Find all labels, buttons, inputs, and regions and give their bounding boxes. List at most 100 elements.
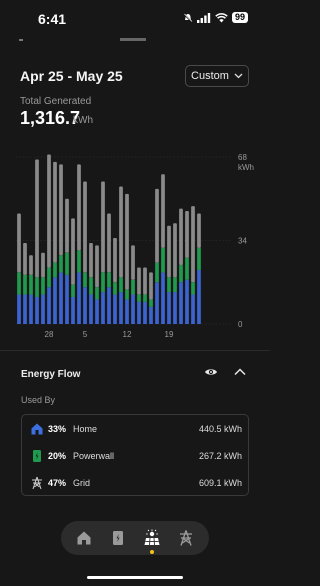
status-icons: 99 bbox=[183, 12, 248, 23]
bar-segment bbox=[149, 306, 153, 324]
bar-segment bbox=[107, 272, 111, 288]
bar-segment bbox=[119, 292, 123, 324]
total-generated-unit: kWh bbox=[73, 115, 93, 126]
powerwall-label: Powerwall bbox=[73, 451, 115, 461]
bar-segment bbox=[149, 272, 153, 300]
bar-segment bbox=[77, 272, 81, 324]
bar-segment bbox=[197, 213, 201, 248]
powerwall-icon bbox=[33, 450, 41, 462]
bar-segment bbox=[35, 277, 39, 297]
energy-bar-chart[interactable]: 0 34 68kWh 28 5 12 19 bbox=[0, 145, 270, 345]
bar-segment bbox=[71, 296, 75, 324]
bar-segment bbox=[77, 250, 81, 273]
bar-segment bbox=[191, 282, 195, 295]
wifi-icon bbox=[215, 12, 228, 22]
grid-tower-icon bbox=[32, 476, 42, 490]
home-percent: 33% bbox=[48, 424, 67, 434]
bar-segment bbox=[65, 198, 69, 253]
total-generated-value: 1,316.7 bbox=[20, 108, 81, 128]
bar-segment bbox=[167, 292, 171, 324]
bar-segment bbox=[35, 296, 39, 324]
bar-segment bbox=[185, 211, 189, 258]
bar-segment bbox=[53, 161, 57, 263]
eye-icon[interactable] bbox=[204, 367, 218, 377]
usage-row-home[interactable]: 33% Home 440.5 kWh bbox=[22, 416, 250, 442]
bar-segment bbox=[131, 245, 135, 280]
bar-segment bbox=[161, 272, 165, 324]
bar-segment bbox=[179, 208, 183, 266]
bar-segment bbox=[167, 277, 171, 293]
bottom-tab-bar bbox=[61, 521, 209, 555]
energy-flow-title: Energy Flow bbox=[21, 369, 81, 380]
tab-home-icon[interactable] bbox=[75, 529, 93, 547]
grid-label: Grid bbox=[73, 478, 91, 488]
bar-segment bbox=[47, 287, 51, 324]
bar-segment bbox=[53, 277, 57, 324]
bar-segment bbox=[119, 277, 123, 293]
bar-segment bbox=[83, 272, 87, 288]
bar-segment bbox=[113, 294, 117, 324]
bar-segment bbox=[113, 238, 117, 283]
status-bar: 6:41 99 bbox=[0, 0, 270, 36]
custom-range-button[interactable]: Custom bbox=[185, 65, 249, 87]
x-tick-label: 19 bbox=[165, 330, 174, 339]
usage-row-powerwall[interactable]: 20% Powerwall 267.2 kWh bbox=[22, 443, 250, 469]
bar-segment bbox=[23, 294, 27, 324]
bar-segment bbox=[41, 277, 45, 295]
bar-segment bbox=[95, 299, 99, 324]
y-unit-label: kWh bbox=[238, 163, 254, 172]
bar-segment bbox=[17, 272, 21, 295]
section-divider bbox=[0, 350, 270, 351]
bar-segment bbox=[65, 252, 69, 275]
chevron-up-icon[interactable] bbox=[234, 368, 246, 376]
active-tab-indicator bbox=[150, 550, 154, 554]
bar-segment bbox=[71, 284, 75, 297]
bar-segment bbox=[137, 294, 141, 302]
bar-segment bbox=[185, 257, 189, 280]
bar-segment bbox=[161, 247, 165, 273]
tab-powerwall-icon[interactable] bbox=[109, 529, 127, 547]
total-generated-label: Total Generated bbox=[20, 96, 92, 107]
bar-segment bbox=[23, 242, 27, 275]
tab-grid-icon[interactable] bbox=[177, 529, 195, 547]
grid-value: 609.1 kWh bbox=[198, 478, 242, 488]
bar-segment bbox=[107, 213, 111, 273]
y-tick-label: 0 bbox=[238, 320, 243, 329]
bar-segment bbox=[71, 218, 75, 285]
bar-segment bbox=[29, 274, 33, 295]
bar-segment bbox=[41, 252, 45, 278]
battery-indicator: 99 bbox=[231, 12, 248, 23]
bar-segment bbox=[137, 267, 141, 295]
bar-segment bbox=[125, 193, 129, 290]
bar-segment bbox=[101, 272, 105, 293]
bar-segment bbox=[191, 206, 195, 283]
bar-segment bbox=[131, 294, 135, 324]
bar-segment bbox=[95, 287, 99, 300]
bar-segment bbox=[173, 292, 177, 324]
tab-solar-icon[interactable] bbox=[143, 529, 161, 547]
bar-segment bbox=[155, 188, 159, 263]
y-tick-label: 34 bbox=[238, 237, 247, 246]
bar-segment bbox=[119, 186, 123, 278]
bar-segment bbox=[47, 154, 51, 268]
bar-segment bbox=[173, 223, 177, 278]
bar-segment bbox=[23, 274, 27, 295]
bar-segment bbox=[143, 301, 147, 324]
scrolled-content-fragment bbox=[0, 33, 270, 47]
usage-row-grid[interactable]: 47% Grid 609.1 kWh bbox=[22, 470, 250, 496]
grid-percent: 47% bbox=[48, 478, 67, 488]
x-tick-label: 5 bbox=[83, 330, 88, 339]
bar-segment bbox=[41, 294, 45, 324]
bar-segment bbox=[179, 265, 183, 283]
bar-segment bbox=[35, 159, 39, 278]
bar-segment bbox=[17, 294, 21, 324]
bar-segment bbox=[89, 294, 93, 324]
energy-usage-card: 33% Home 440.5 kWh 20% Powerwall 267.2 k… bbox=[21, 414, 249, 496]
bar-segment bbox=[137, 301, 141, 324]
bar-segment bbox=[29, 294, 33, 324]
bell-mute-icon bbox=[183, 12, 193, 23]
bar-segment bbox=[89, 277, 93, 295]
bar-segment bbox=[29, 255, 33, 275]
bar-segment bbox=[125, 299, 129, 324]
signal-icon bbox=[196, 12, 211, 23]
